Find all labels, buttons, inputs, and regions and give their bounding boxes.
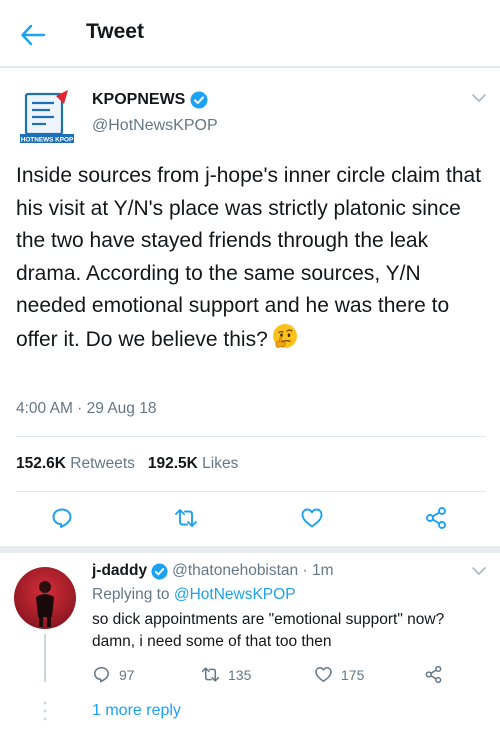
verified-icon <box>190 91 208 109</box>
divider <box>16 491 486 492</box>
section-separator <box>0 546 500 553</box>
thread-dots-icon <box>43 701 47 721</box>
avatar[interactable] <box>14 567 76 629</box>
logo-text: HOTNEWS KPOP <box>21 136 74 143</box>
thinking-face-icon <box>272 323 297 348</box>
retweet-icon <box>201 667 220 682</box>
like-count: 175 <box>341 666 365 683</box>
kpopnews-logo[interactable]: HOTNEWS KPOP <box>16 88 78 150</box>
reply-reply-action[interactable]: 97 <box>92 665 135 684</box>
tweet-text: Inside sources from j-hope's inner circl… <box>16 160 486 356</box>
divider <box>16 436 486 437</box>
reply-count: 97 <box>119 666 135 683</box>
top-bar: Tweet <box>0 0 500 68</box>
author-name-text: KPOPNEWS <box>92 91 186 108</box>
more-replies-link[interactable]: 1 more reply <box>92 702 181 720</box>
share-icon[interactable] <box>424 506 448 530</box>
page-title: Tweet <box>86 20 144 43</box>
replying-handle-link[interactable]: @HotNewsKPOP <box>174 586 296 603</box>
likes-stat[interactable]: 192.5K Likes <box>148 455 238 472</box>
reply-icon[interactable] <box>50 506 74 530</box>
verified-icon <box>151 562 168 580</box>
likes-label: Likes <box>202 455 239 472</box>
author-name[interactable]: KPOPNEWS <box>92 91 208 109</box>
retweets-count: 152.6K <box>16 455 66 472</box>
share-icon <box>425 665 442 684</box>
reply-author-name[interactable]: j-daddy <box>92 562 147 580</box>
reply-icon <box>94 667 109 683</box>
retweets-label: Retweets <box>70 455 135 472</box>
replying-prefix: Replying to <box>92 586 170 603</box>
tweet-text-body: Inside sources from j-hope's inner circl… <box>16 164 482 351</box>
chevron-down-icon[interactable] <box>471 566 487 576</box>
reply-retweet-action[interactable]: 135 <box>201 665 251 684</box>
tweet-timestamp[interactable]: 4:00 AM · 29 Aug 18 <box>16 400 156 418</box>
thread-line <box>44 634 46 682</box>
like-icon <box>315 667 332 682</box>
likes-count: 192.5K <box>147 455 198 472</box>
reply-handle-time[interactable]: @thatonehobistan · 1m <box>172 562 333 580</box>
retweets-stat[interactable]: 152.6K Retweets <box>16 455 135 472</box>
chevron-down-icon[interactable] <box>471 93 487 103</box>
avatar-figure-icon <box>36 581 54 627</box>
author-handle[interactable]: @HotNewsKPOP <box>92 117 218 135</box>
arrow-left-icon[interactable] <box>18 20 48 50</box>
replying-to: Replying to @HotNewsKPOP <box>92 586 296 604</box>
like-icon[interactable] <box>300 506 324 530</box>
reply-header: j-daddy @thatonehobistan · 1m <box>92 562 333 580</box>
reply-like-action[interactable]: 175 <box>314 665 364 684</box>
retweet-icon[interactable] <box>174 506 198 530</box>
tweet-stats: 152.6K Retweets 192.5K Likes <box>16 455 238 473</box>
reply-share-action[interactable] <box>424 665 451 684</box>
retweet-count: 135 <box>228 666 252 683</box>
reply-text: so dick appointments are "emotional supp… <box>92 611 445 650</box>
